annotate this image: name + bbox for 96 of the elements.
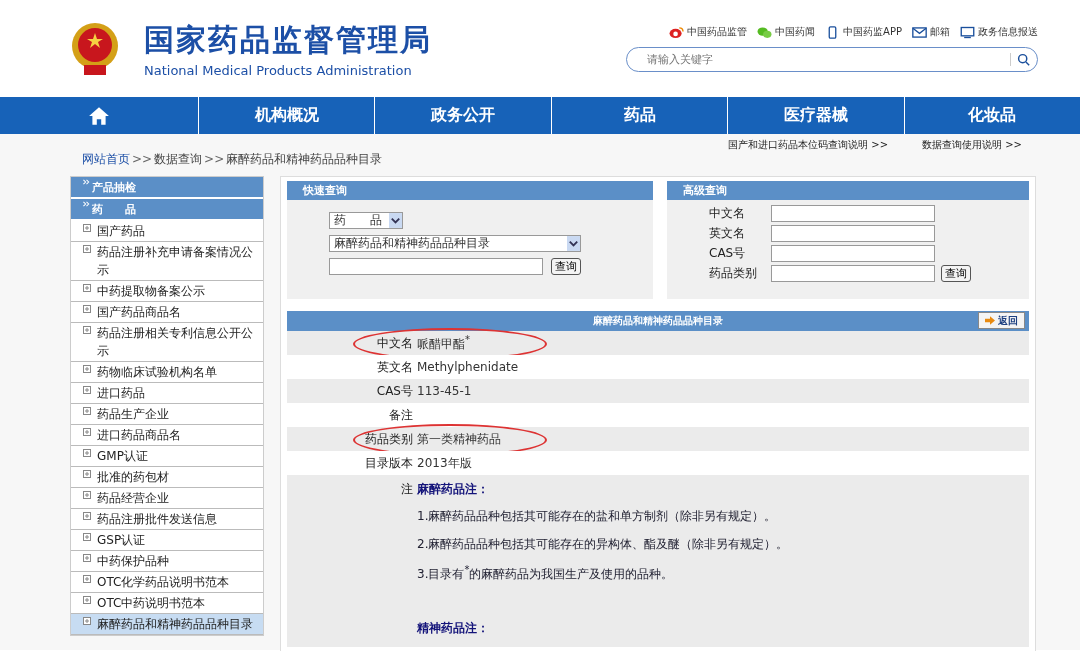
field-label: 药品类别 (365, 431, 413, 446)
sidebar-item[interactable]: 药物临床试验机构名单 (71, 362, 263, 383)
plus-box-icon (83, 596, 91, 604)
caret-icon (389, 213, 402, 228)
sidebar-item[interactable]: 批准的药包材 (71, 467, 263, 488)
search-field[interactable]: 请输入关键字 (626, 47, 1038, 72)
sidebar-item[interactable]: OTC化学药品说明书范本 (71, 572, 263, 593)
field-label: CAS号 (709, 245, 747, 262)
field-label: 药品类别 (709, 265, 758, 282)
eye-icon (669, 25, 685, 39)
panel-title: 快速查询 (287, 181, 653, 200)
breadcrumb-link[interactable]: 麻醉药品和精神药品品种目录 (226, 150, 383, 168)
sidebar-item[interactable]: 药品注册相关专利信息公开公示 (71, 323, 263, 362)
plus-box-icon (83, 533, 91, 541)
plus-box-icon (83, 470, 91, 478)
panel-title: 高级查询 (667, 181, 1029, 200)
field-label: 英文名 (709, 225, 746, 242)
field-value: 113-45-1 (417, 384, 472, 398)
field-label: 中文名 (377, 335, 413, 350)
field-label: 中文名 (709, 205, 746, 222)
notes-heading: 精神药品注： (417, 620, 490, 637)
double-chevron-icon (83, 201, 90, 207)
notes-heading: 麻醉药品注： (417, 481, 490, 498)
plus-box-icon (83, 386, 91, 394)
plus-box-icon (83, 305, 91, 313)
emblem-logo (70, 20, 120, 77)
field-label: 英文名 (377, 359, 413, 374)
sidebar-item[interactable]: 药品注册补充申请备案情况公示 (71, 242, 263, 281)
plus-box-icon (83, 449, 91, 457)
sidebar-item[interactable]: 中药保护品种 (71, 551, 263, 572)
plus-box-icon (83, 284, 91, 292)
plus-box-icon (83, 428, 91, 436)
site-title: 国家药品监督管理局 (144, 20, 432, 59)
query-button[interactable]: 查询 (941, 265, 971, 282)
plus-box-icon (83, 326, 91, 334)
header-link[interactable]: 中国药闻 (757, 25, 816, 39)
plus-box-icon (83, 554, 91, 562)
search-icon[interactable] (1010, 53, 1030, 66)
plus-box-icon (83, 617, 91, 625)
note-text: 3.目录有$^{*}$的麻醉药品为我国生产及使用的品种。 (417, 564, 675, 583)
sidebar-item[interactable]: 进口药品 (71, 383, 263, 404)
field-label: 注 (401, 482, 413, 496)
sidebar-item[interactable]: 中药提取物备案公示 (71, 281, 263, 302)
input-field[interactable] (771, 265, 935, 282)
header-link[interactable]: 邮箱 (912, 25, 950, 39)
monitor-icon (960, 25, 975, 39)
catalog-select[interactable]: 麻醉药品和精神药品品种目录 (329, 235, 581, 252)
note-text: 1.麻醉药品品种包括其可能存在的盐和单方制剂（除非另有规定）。 (417, 508, 778, 525)
header-link[interactable]: 中国药监APP (825, 25, 902, 39)
header-link[interactable]: 中国药品监管 (669, 25, 748, 39)
chat-icon (757, 25, 773, 39)
caret-icon (567, 236, 580, 251)
sidebar-item[interactable]: GMP认证 (71, 446, 263, 467)
arrow-right-icon (985, 316, 995, 325)
keyword-input[interactable] (329, 258, 543, 275)
sidebar-item[interactable]: 药品经营企业 (71, 488, 263, 509)
sidebar-item[interactable]: 麻醉药品和精神药品品种目录 (71, 614, 263, 635)
plus-box-icon (83, 245, 91, 253)
result-title: 麻醉药品和精神药品品种目录 (593, 314, 723, 328)
header-link[interactable]: 政务信息报送 (960, 25, 1038, 39)
sidebar-item[interactable]: 药品生产企业 (71, 404, 263, 425)
plus-box-icon (83, 512, 91, 520)
field-value: 哌醋甲酯$^{*}$ (417, 336, 470, 351)
plus-box-icon (83, 575, 91, 583)
sidebar-item[interactable]: 国产药品 (71, 221, 263, 242)
sidebar-item[interactable]: 国产药品商品名 (71, 302, 263, 323)
field-value: Methylphenidate (417, 360, 519, 374)
breadcrumb-separator: >> (204, 152, 225, 166)
input-field[interactable] (771, 205, 935, 222)
field-value: 2013年版 (417, 455, 472, 470)
field-value: 第一类精神药品 (417, 431, 501, 446)
breadcrumb-link[interactable]: 网站首页 (82, 150, 130, 168)
note-text: 2.麻醉药品品种包括其可能存在的异构体、酯及醚（除非另有规定）。 (417, 536, 789, 553)
help-link[interactable]: 国产和进口药品本位码查询说明 >> (728, 138, 889, 174)
help-link[interactable]: 数据查询使用说明 >> (922, 138, 1022, 174)
sidebar-item[interactable]: 药品注册批件发送信息 (71, 509, 263, 530)
category-select[interactable]: 药 品 (329, 212, 403, 229)
input-field[interactable] (771, 245, 935, 262)
sidebar-item[interactable]: GSP认证 (71, 530, 263, 551)
breadcrumb-separator: >> (132, 152, 153, 166)
field-label: 备注 (389, 407, 413, 422)
field-label: CAS号 (376, 383, 413, 398)
plus-box-icon (83, 365, 91, 373)
site-subtitle: National Medical Products Administration (144, 62, 413, 78)
breadcrumb-link[interactable]: 数据查询 (154, 150, 203, 168)
query-button[interactable]: 查询 (551, 258, 581, 275)
mail-icon (912, 25, 927, 39)
plus-box-icon (83, 224, 91, 232)
home-icon (88, 105, 110, 126)
double-chevron-icon (83, 179, 90, 185)
plus-box-icon (83, 407, 91, 415)
sidebar-item[interactable]: 进口药品商品名 (71, 425, 263, 446)
field-label: 目录版本 (365, 455, 413, 470)
input-field[interactable] (771, 225, 935, 242)
plus-box-icon (83, 491, 91, 499)
back-button[interactable]: 返回 (978, 312, 1025, 329)
